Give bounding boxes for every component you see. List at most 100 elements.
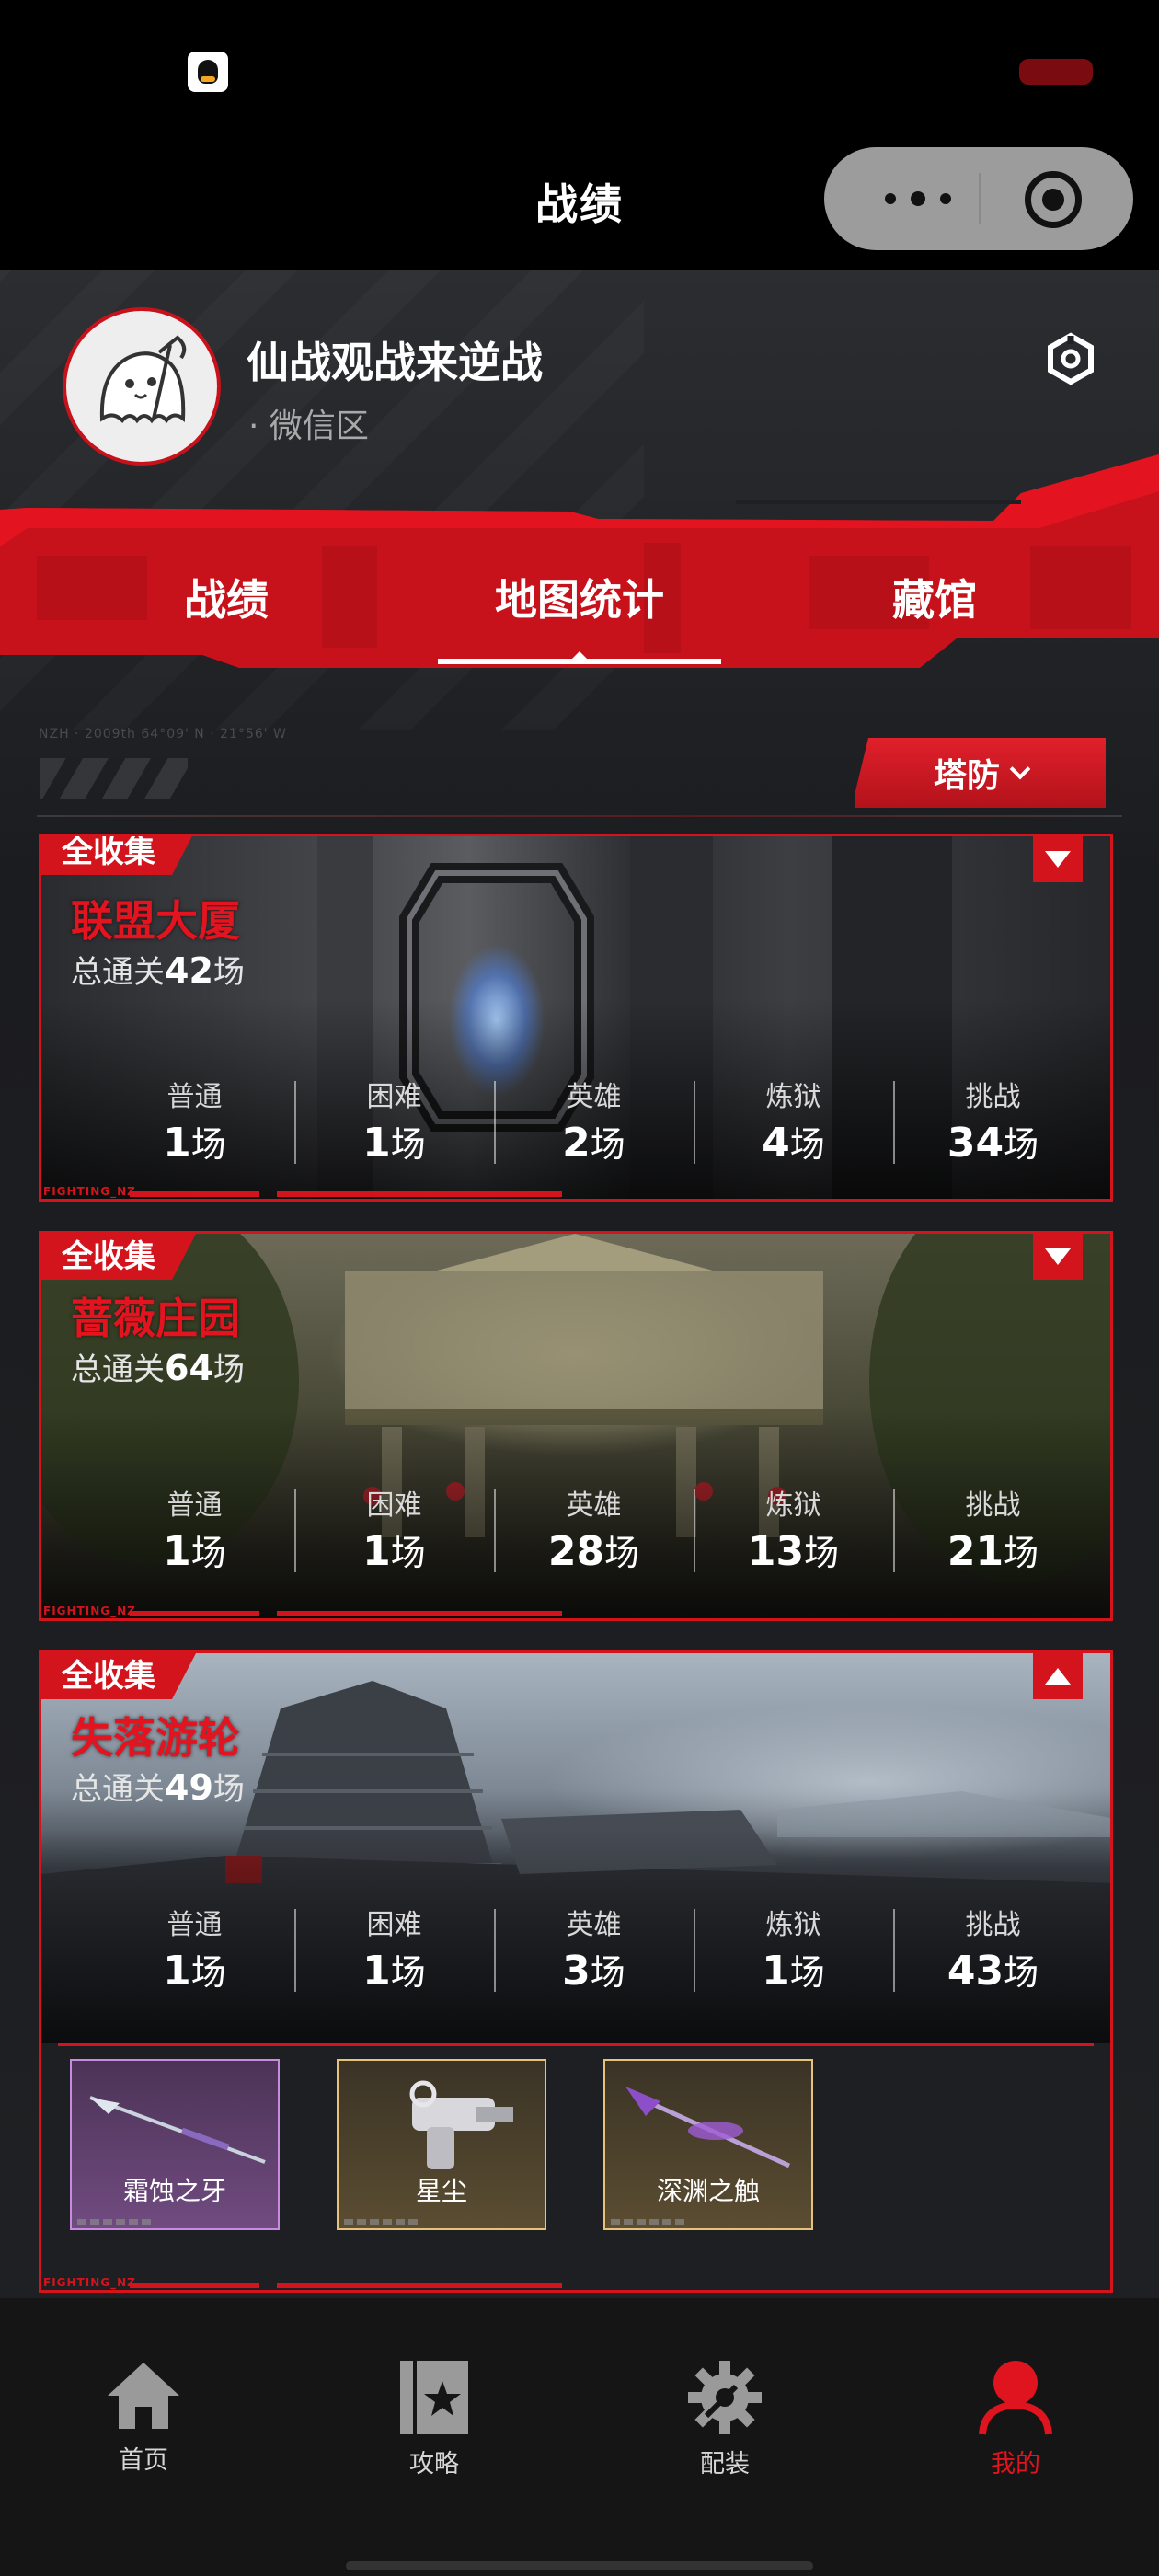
stat-value: 1场 xyxy=(163,1528,226,1575)
stat-value: 1场 xyxy=(163,1120,226,1167)
stat-label: 困难 xyxy=(366,1909,422,1941)
stat-purgatory: 炼狱 1场 xyxy=(694,1902,893,2003)
full-collection-badge: 全收集 xyxy=(41,834,196,875)
stat-label: 英雄 xyxy=(566,1909,622,1941)
map-total-clears: 总通关42场 xyxy=(71,947,245,992)
avatar[interactable] xyxy=(63,307,221,466)
stat-value: 1场 xyxy=(362,1528,426,1575)
stat-label: 英雄 xyxy=(566,1081,622,1113)
stat-value: 34场 xyxy=(947,1120,1039,1167)
mode-filter-label: 塔防 xyxy=(933,757,1000,795)
card-footer-stripe xyxy=(130,1611,562,1616)
total-unit: 场 xyxy=(212,954,245,991)
stat-value: 2场 xyxy=(562,1120,625,1167)
nav-label: 配装 xyxy=(700,2450,750,2478)
total-unit: 场 xyxy=(212,1771,245,1808)
weapon-list: 霜蚀之牙 星尘 深渊之触 xyxy=(39,2044,1113,2283)
stat-value: 1场 xyxy=(362,1948,426,1995)
triangle-down-icon xyxy=(1045,851,1071,868)
stat-normal: 普通 1场 xyxy=(95,1074,294,1175)
nav-label: 攻略 xyxy=(409,2450,459,2478)
divider xyxy=(37,815,1122,817)
stat-value: 4场 xyxy=(762,1120,825,1167)
stat-challenge: 挑战 43场 xyxy=(893,1902,1093,2003)
user-zone: · 微信区 xyxy=(248,408,369,445)
stat-purgatory: 炼狱 13场 xyxy=(694,1482,893,1583)
nav-label: 首页 xyxy=(119,2446,168,2475)
battery-icon xyxy=(1019,59,1093,85)
hexagon-settings-icon[interactable] xyxy=(1043,331,1098,386)
stat-label: 挑战 xyxy=(965,1489,1021,1522)
weapon-tag xyxy=(77,2219,151,2225)
total-prefix: 总通关 xyxy=(71,954,165,991)
content-area: 仙战观战来逆战 · 微信区 战绩 地图统计 藏馆 NZH · 2009th 64… xyxy=(0,270,1159,2298)
status-bar xyxy=(0,0,1159,138)
stat-value: 3场 xyxy=(562,1948,625,1995)
stat-hero: 英雄 3场 xyxy=(494,1902,694,2003)
full-collection-badge: 全收集 xyxy=(41,1653,196,1699)
stat-label: 炼狱 xyxy=(765,1489,821,1522)
total-unit: 场 xyxy=(212,1351,245,1388)
nav-guide[interactable]: 攻略 xyxy=(342,2359,526,2479)
stat-value: 13场 xyxy=(747,1528,840,1575)
stat-label: 挑战 xyxy=(965,1909,1021,1941)
stat-label: 炼狱 xyxy=(765,1909,821,1941)
stat-normal: 普通 1场 xyxy=(95,1902,294,2003)
difficulty-stats: 普通 1场 困难 1场 英雄 2场 炼狱 4场 挑战 34场 xyxy=(41,1074,1110,1175)
bottom-nav: 首页 攻略 配装 我的 xyxy=(0,2298,1159,2576)
stat-value: 1场 xyxy=(362,1120,426,1167)
stat-value: 28场 xyxy=(547,1528,640,1575)
target-icon[interactable] xyxy=(1025,171,1082,228)
nav-bar: 战绩 xyxy=(0,138,1159,270)
weapon-card[interactable]: 霜蚀之牙 xyxy=(70,2059,280,2230)
qq-icon xyxy=(188,52,228,92)
weapon-card[interactable]: 深渊之触 xyxy=(603,2059,813,2230)
map-name: 联盟大厦 xyxy=(71,896,240,946)
difficulty-stats: 普通 1场 困难 1场 英雄 3场 炼狱 1场 挑战 43场 xyxy=(41,1902,1110,2003)
tab-stats[interactable]: 战绩 xyxy=(88,567,364,627)
mini-program-capsule xyxy=(824,147,1133,250)
stat-value: 21场 xyxy=(947,1528,1039,1575)
stat-label: 普通 xyxy=(166,1489,223,1522)
stat-value: 1场 xyxy=(163,1948,226,1995)
collapse-button[interactable] xyxy=(1033,1653,1083,1699)
stat-normal: 普通 1场 xyxy=(95,1482,294,1583)
weapon-tag xyxy=(344,2219,418,2225)
stat-label: 英雄 xyxy=(566,1489,622,1522)
stat-label: 炼狱 xyxy=(765,1081,821,1113)
stat-hard: 困难 1场 xyxy=(294,1902,494,2003)
weapon-card[interactable]: 星尘 xyxy=(337,2059,546,2230)
more-icon[interactable] xyxy=(885,191,951,206)
active-tab-caret xyxy=(570,651,589,661)
tab-collection[interactable]: 藏馆 xyxy=(797,567,1073,627)
total-value: 49 xyxy=(165,1767,213,1808)
total-value: 42 xyxy=(165,950,213,991)
tab-map-stats[interactable]: 地图统计 xyxy=(442,567,717,627)
expand-button[interactable] xyxy=(1033,1234,1083,1280)
map-name: 失落游轮 xyxy=(71,1713,240,1763)
mode-filter-button[interactable]: 塔防 xyxy=(855,738,1106,808)
weapon-name: 深渊之触 xyxy=(656,2176,760,2206)
stat-label: 普通 xyxy=(166,1081,223,1113)
weapon-name: 霜蚀之牙 xyxy=(122,2176,226,2206)
home-indicator[interactable] xyxy=(346,2561,813,2570)
stat-hard: 困难 1场 xyxy=(294,1074,494,1175)
trident-icon xyxy=(625,2087,791,2168)
nav-home[interactable]: 首页 xyxy=(52,2359,235,2476)
tab-band xyxy=(0,454,1159,668)
user-name: 仙战观战来逆战 xyxy=(247,338,543,387)
stat-challenge: 挑战 21场 xyxy=(893,1482,1093,1583)
nav-me[interactable]: 我的 xyxy=(924,2359,1107,2479)
home-icon xyxy=(108,2363,179,2429)
map-card[interactable]: 全收集 联盟大厦 总通关42场 普通 1场 困难 1场 英雄 2场 炼狱 4场 挑战 34… xyxy=(39,834,1113,1202)
map-card[interactable]: 全收集 蔷薇庄园 总通关64场 普通 1场 困难 1场 英雄 28场 炼狱 13场 挑战… xyxy=(39,1231,1113,1621)
stat-hero: 英雄 28场 xyxy=(494,1482,694,1583)
nav-loadout[interactable]: 配装 xyxy=(633,2359,817,2479)
chevron-down-icon xyxy=(1009,758,1031,780)
capsule-divider xyxy=(979,173,981,224)
expand-button[interactable] xyxy=(1033,836,1083,882)
stat-label: 困难 xyxy=(366,1081,422,1113)
total-prefix: 总通关 xyxy=(71,1771,165,1808)
stat-label: 困难 xyxy=(366,1489,422,1522)
user-icon xyxy=(979,2361,1052,2435)
